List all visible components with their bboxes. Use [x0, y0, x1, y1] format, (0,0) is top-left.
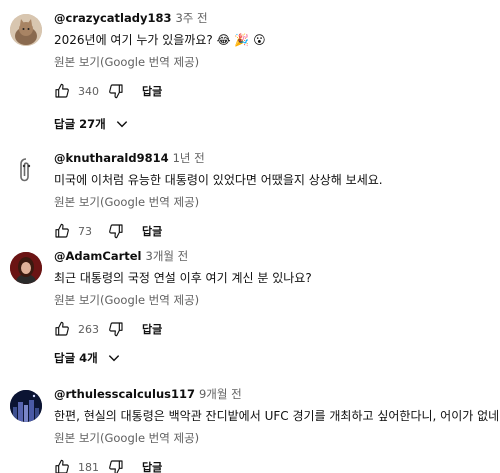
comment-author[interactable]: @crazycatlady183	[54, 11, 171, 25]
view-replies-button[interactable]: 답글 4개	[54, 350, 121, 366]
comment-header: @crazycatlady183 3주 전	[54, 10, 492, 26]
like-button[interactable]	[54, 459, 70, 473]
dislike-button[interactable]	[108, 83, 124, 99]
see-original-link[interactable]: 원본 보기(Google 번역 제공)	[54, 54, 492, 70]
thumbs-up-icon	[55, 459, 69, 473]
avatar[interactable]	[10, 390, 42, 422]
comment-header: @knutharald9814 1년 전	[54, 150, 492, 166]
dislike-button[interactable]	[108, 459, 124, 473]
see-original-link[interactable]: 원본 보기(Google 번역 제공)	[54, 194, 492, 210]
comment-actions: 181 답글	[54, 455, 492, 473]
like-button[interactable]	[54, 223, 70, 239]
dislike-button[interactable]	[108, 321, 124, 337]
avatar[interactable]	[10, 14, 42, 46]
replies-count-label: 답글 4개	[54, 351, 98, 365]
comment-actions: 340 답글	[54, 79, 492, 103]
comment-text: 한편, 현실의 대통령은 백악관 잔디밭에서 UFC 경기를 개최하고 싶어한다…	[54, 409, 500, 423]
comment-author[interactable]: @rthulesscalculus117	[54, 387, 195, 401]
like-button[interactable]	[54, 83, 70, 99]
comment-text: 최근 대통령의 국정 연설 이후 여기 계신 분 있나요?	[54, 271, 312, 285]
avatar[interactable]	[10, 154, 42, 186]
comment-body: @crazycatlady183 3주 전 2026년에 여기 누가 있을까요? …	[54, 10, 492, 103]
see-original-link[interactable]: 원본 보기(Google 번역 제공)	[54, 430, 492, 446]
comment-actions: 263 답글	[54, 317, 492, 341]
chevron-down-icon	[116, 121, 127, 128]
thumbs-down-icon	[109, 224, 123, 239]
thumbs-down-icon	[109, 322, 123, 337]
comment-body: @knutharald9814 1년 전 미국에 이처럼 유능한 대통령이 있었다…	[54, 150, 492, 243]
paperclip-avatar-icon	[20, 158, 31, 182]
comment-body: @rthulesscalculus117 9개월 전 한편, 현실의 대통령은 백…	[54, 386, 500, 473]
view-replies-button[interactable]: 답글 27개	[54, 116, 129, 132]
chevron-down-icon	[108, 355, 119, 362]
like-count: 263	[78, 322, 99, 336]
reply-button[interactable]: 답글	[142, 83, 162, 99]
like-count: 181	[78, 460, 99, 473]
avatar[interactable]	[10, 252, 42, 284]
thumbs-up-icon	[55, 83, 69, 98]
replies-count-label: 답글 27개	[54, 117, 106, 131]
reply-button[interactable]: 답글	[142, 223, 162, 239]
cat-avatar-icon	[10, 14, 42, 46]
comment-author[interactable]: @AdamCartel	[54, 249, 142, 263]
comment-time[interactable]: 3개월 전	[146, 249, 189, 263]
comment-header: @AdamCartel 3개월 전	[54, 248, 492, 264]
thumbs-up-icon	[55, 223, 69, 238]
like-count: 73	[78, 224, 92, 238]
comment-body: @AdamCartel 3개월 전 최근 대통령의 국정 연설 이후 여기 계신 …	[54, 248, 492, 341]
comment-time[interactable]: 1년 전	[173, 151, 205, 165]
see-original-link[interactable]: 원본 보기(Google 번역 제공)	[54, 292, 492, 308]
thumbs-up-icon	[55, 321, 69, 336]
dislike-button[interactable]	[108, 223, 124, 239]
thumbs-down-icon	[109, 84, 123, 99]
comment-text: 2026년에 여기 누가 있을까요? 😂 🎉 😮	[54, 33, 266, 47]
comment-time[interactable]: 3주 전	[175, 11, 207, 25]
comment-header: @rthulesscalculus117 9개월 전	[54, 386, 492, 402]
comment-author[interactable]: @knutharald9814	[54, 151, 169, 165]
comment-actions: 73 답글	[54, 219, 492, 243]
reply-button[interactable]: 답글	[142, 321, 162, 337]
thumbs-down-icon	[109, 460, 123, 473]
like-count: 340	[78, 84, 99, 98]
night-city-avatar-icon	[10, 390, 42, 422]
comment-time[interactable]: 9개월 전	[199, 387, 242, 401]
reply-button[interactable]: 답글	[142, 459, 162, 473]
comment-text: 미국에 이처럼 유능한 대통령이 있었다면 어땠을지 상상해 보세요.	[54, 173, 383, 187]
portrait-avatar-icon	[10, 252, 42, 284]
like-button[interactable]	[54, 321, 70, 337]
